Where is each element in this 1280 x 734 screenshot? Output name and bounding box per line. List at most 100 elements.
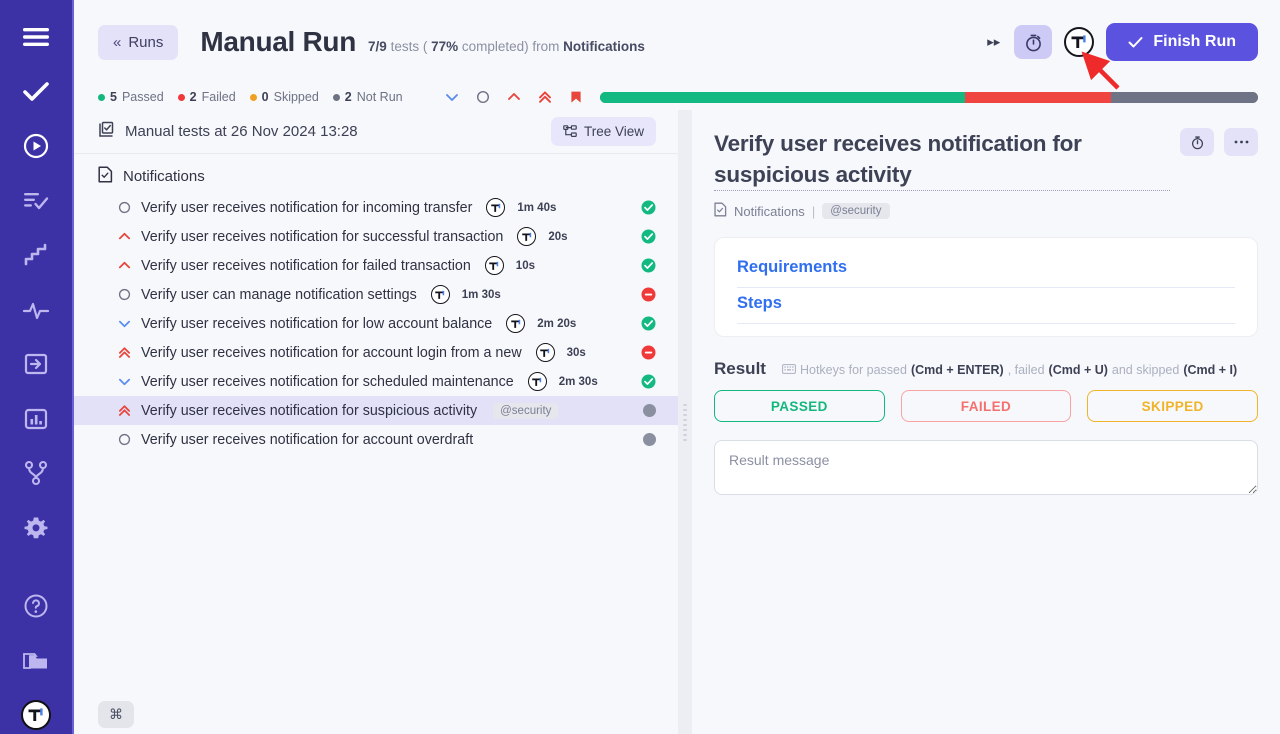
test-status-badge [643, 433, 656, 446]
hotkeys-prefix: Hotkeys for passed [800, 363, 907, 377]
test-assignee-avatar[interactable] [431, 285, 450, 304]
user-avatar-icon[interactable] [0, 696, 73, 734]
test-priority-icon[interactable] [118, 404, 131, 417]
test-duration: 1m 30s [462, 289, 501, 301]
subtitle-completed-text: completed) from [458, 39, 563, 54]
status-count-label: Passed [122, 90, 164, 104]
play-circle-icon[interactable] [0, 127, 73, 165]
back-to-runs-button[interactable]: « Runs [98, 25, 178, 60]
result-buttons: PASSED FAILED SKIPPED [714, 390, 1258, 422]
test-title: Verify user receives notification for lo… [141, 316, 492, 332]
test-duration: 1m 40s [517, 202, 556, 214]
test-assignee-avatar[interactable] [536, 343, 555, 362]
test-tag[interactable]: @security [493, 403, 558, 419]
test-row[interactable]: Verify user can manage notification sett… [74, 280, 678, 309]
test-priority-icon[interactable] [118, 375, 131, 388]
more-options-button[interactable] [1224, 128, 1258, 156]
mark-passed-button[interactable]: PASSED [714, 390, 885, 422]
test-row[interactable]: Verify user receives notification for ac… [74, 338, 678, 367]
panel-splitter[interactable] [678, 110, 692, 734]
list-check-icon[interactable] [0, 182, 73, 220]
test-duration: 10s [516, 260, 535, 272]
help-circle-icon[interactable] [0, 587, 73, 625]
test-assignee-avatar[interactable] [485, 256, 504, 275]
status-passed-icon [641, 316, 656, 331]
test-priority-icon[interactable] [118, 288, 131, 301]
mark-failed-button[interactable]: FAILED [901, 390, 1072, 422]
suite-label: Notifications [123, 168, 205, 185]
detail-title[interactable]: Verify user receives notification for su… [714, 128, 1170, 191]
branch-icon[interactable] [0, 454, 73, 492]
priority-critical-filter[interactable] [569, 90, 583, 104]
content-split: Manual tests at 26 Nov 2024 13:28 Tree V… [74, 110, 1280, 734]
status-notrun-icon [643, 433, 656, 446]
timer-button[interactable] [1014, 25, 1052, 59]
test-title: Verify user receives notification for su… [141, 229, 503, 245]
priority-important-filter[interactable] [538, 90, 552, 104]
gear-icon[interactable] [0, 509, 73, 547]
run-progress-bar [600, 92, 1258, 103]
user-avatar[interactable] [1064, 27, 1094, 57]
status-count-value: 5 [110, 90, 117, 104]
test-priority-icon[interactable] [118, 201, 131, 214]
finish-run-button[interactable]: Finish Run [1106, 23, 1258, 61]
import-icon[interactable] [0, 345, 73, 383]
status-passed-icon [641, 229, 656, 244]
test-row[interactable]: Verify user receives notification for sc… [74, 367, 678, 396]
testomat-logo-icon [530, 375, 544, 389]
page-title: Manual Run [200, 26, 356, 58]
priority-low-filter[interactable] [445, 90, 459, 104]
test-priority-icon[interactable] [118, 317, 131, 330]
test-assignee-avatar[interactable] [506, 314, 525, 333]
ellipsis-icon [1233, 139, 1250, 145]
mark-skipped-button[interactable]: SKIPPED [1087, 390, 1258, 422]
steps-icon[interactable] [0, 236, 73, 274]
progress-segment-failed [965, 92, 1111, 103]
test-assignee-avatar[interactable] [486, 198, 505, 217]
command-key-badge[interactable]: ⌘ [98, 701, 134, 728]
test-status-badge [641, 345, 656, 360]
stopwatch-icon [1190, 135, 1205, 150]
test-row[interactable]: Verify user receives notification for su… [74, 222, 678, 251]
testomat-logo-icon [433, 288, 447, 302]
test-row[interactable]: Verify user receives notification for su… [74, 396, 678, 425]
detail-suite-label[interactable]: Notifications [734, 204, 805, 219]
chart-icon[interactable] [0, 400, 73, 438]
result-header: Result Hotkeys for passed (Cmd + ENTER) … [714, 359, 1258, 379]
test-row[interactable]: Verify user receives notification for lo… [74, 309, 678, 338]
result-message-input[interactable] [714, 440, 1258, 495]
test-priority-icon[interactable] [118, 230, 131, 243]
menu-icon[interactable] [0, 18, 73, 56]
test-list-header: Manual tests at 26 Nov 2024 13:28 Tree V… [74, 110, 678, 154]
fast-forward-icon[interactable]: ▸▸ [985, 34, 1002, 50]
section-requirements[interactable]: Requirements [737, 252, 1235, 288]
checkmark-icon[interactable] [0, 73, 73, 111]
status-dot-icon [250, 94, 257, 101]
suite-row[interactable]: Notifications [74, 154, 678, 193]
progress-segment-not-run [1111, 92, 1258, 103]
test-priority-icon[interactable] [118, 346, 131, 359]
test-duration: 20s [548, 231, 567, 243]
test-assignee-avatar[interactable] [517, 227, 536, 246]
priority-high-filter[interactable] [507, 90, 521, 104]
test-row[interactable]: Verify user receives notification for in… [74, 193, 678, 222]
test-assignee-avatar[interactable] [528, 372, 547, 391]
priority-normal-filter[interactable] [476, 90, 490, 104]
folder-icon[interactable] [0, 641, 73, 679]
detail-timer-button[interactable] [1180, 128, 1214, 156]
run-subtitle: 7/9 tests ( 77% completed) from Notifica… [368, 31, 645, 54]
test-title: Verify user receives notification for in… [141, 200, 472, 216]
status-strip: 5Passed2Failed0Skipped2Not Run [74, 84, 1280, 110]
test-priority-icon[interactable] [118, 259, 131, 272]
pulse-icon[interactable] [0, 291, 73, 329]
test-row[interactable]: Verify user receives notification for ac… [74, 425, 678, 454]
tree-view-button[interactable]: Tree View [551, 117, 656, 146]
test-row[interactable]: Verify user receives notification for fa… [74, 251, 678, 280]
detail-tag[interactable]: @security [822, 203, 889, 219]
chevron-left-icon: « [113, 34, 120, 51]
test-status-badge [641, 229, 656, 244]
source-suite: Notifications [563, 39, 645, 54]
section-steps[interactable]: Steps [737, 288, 1235, 324]
splitter-grip [683, 404, 687, 441]
test-priority-icon[interactable] [118, 433, 131, 446]
